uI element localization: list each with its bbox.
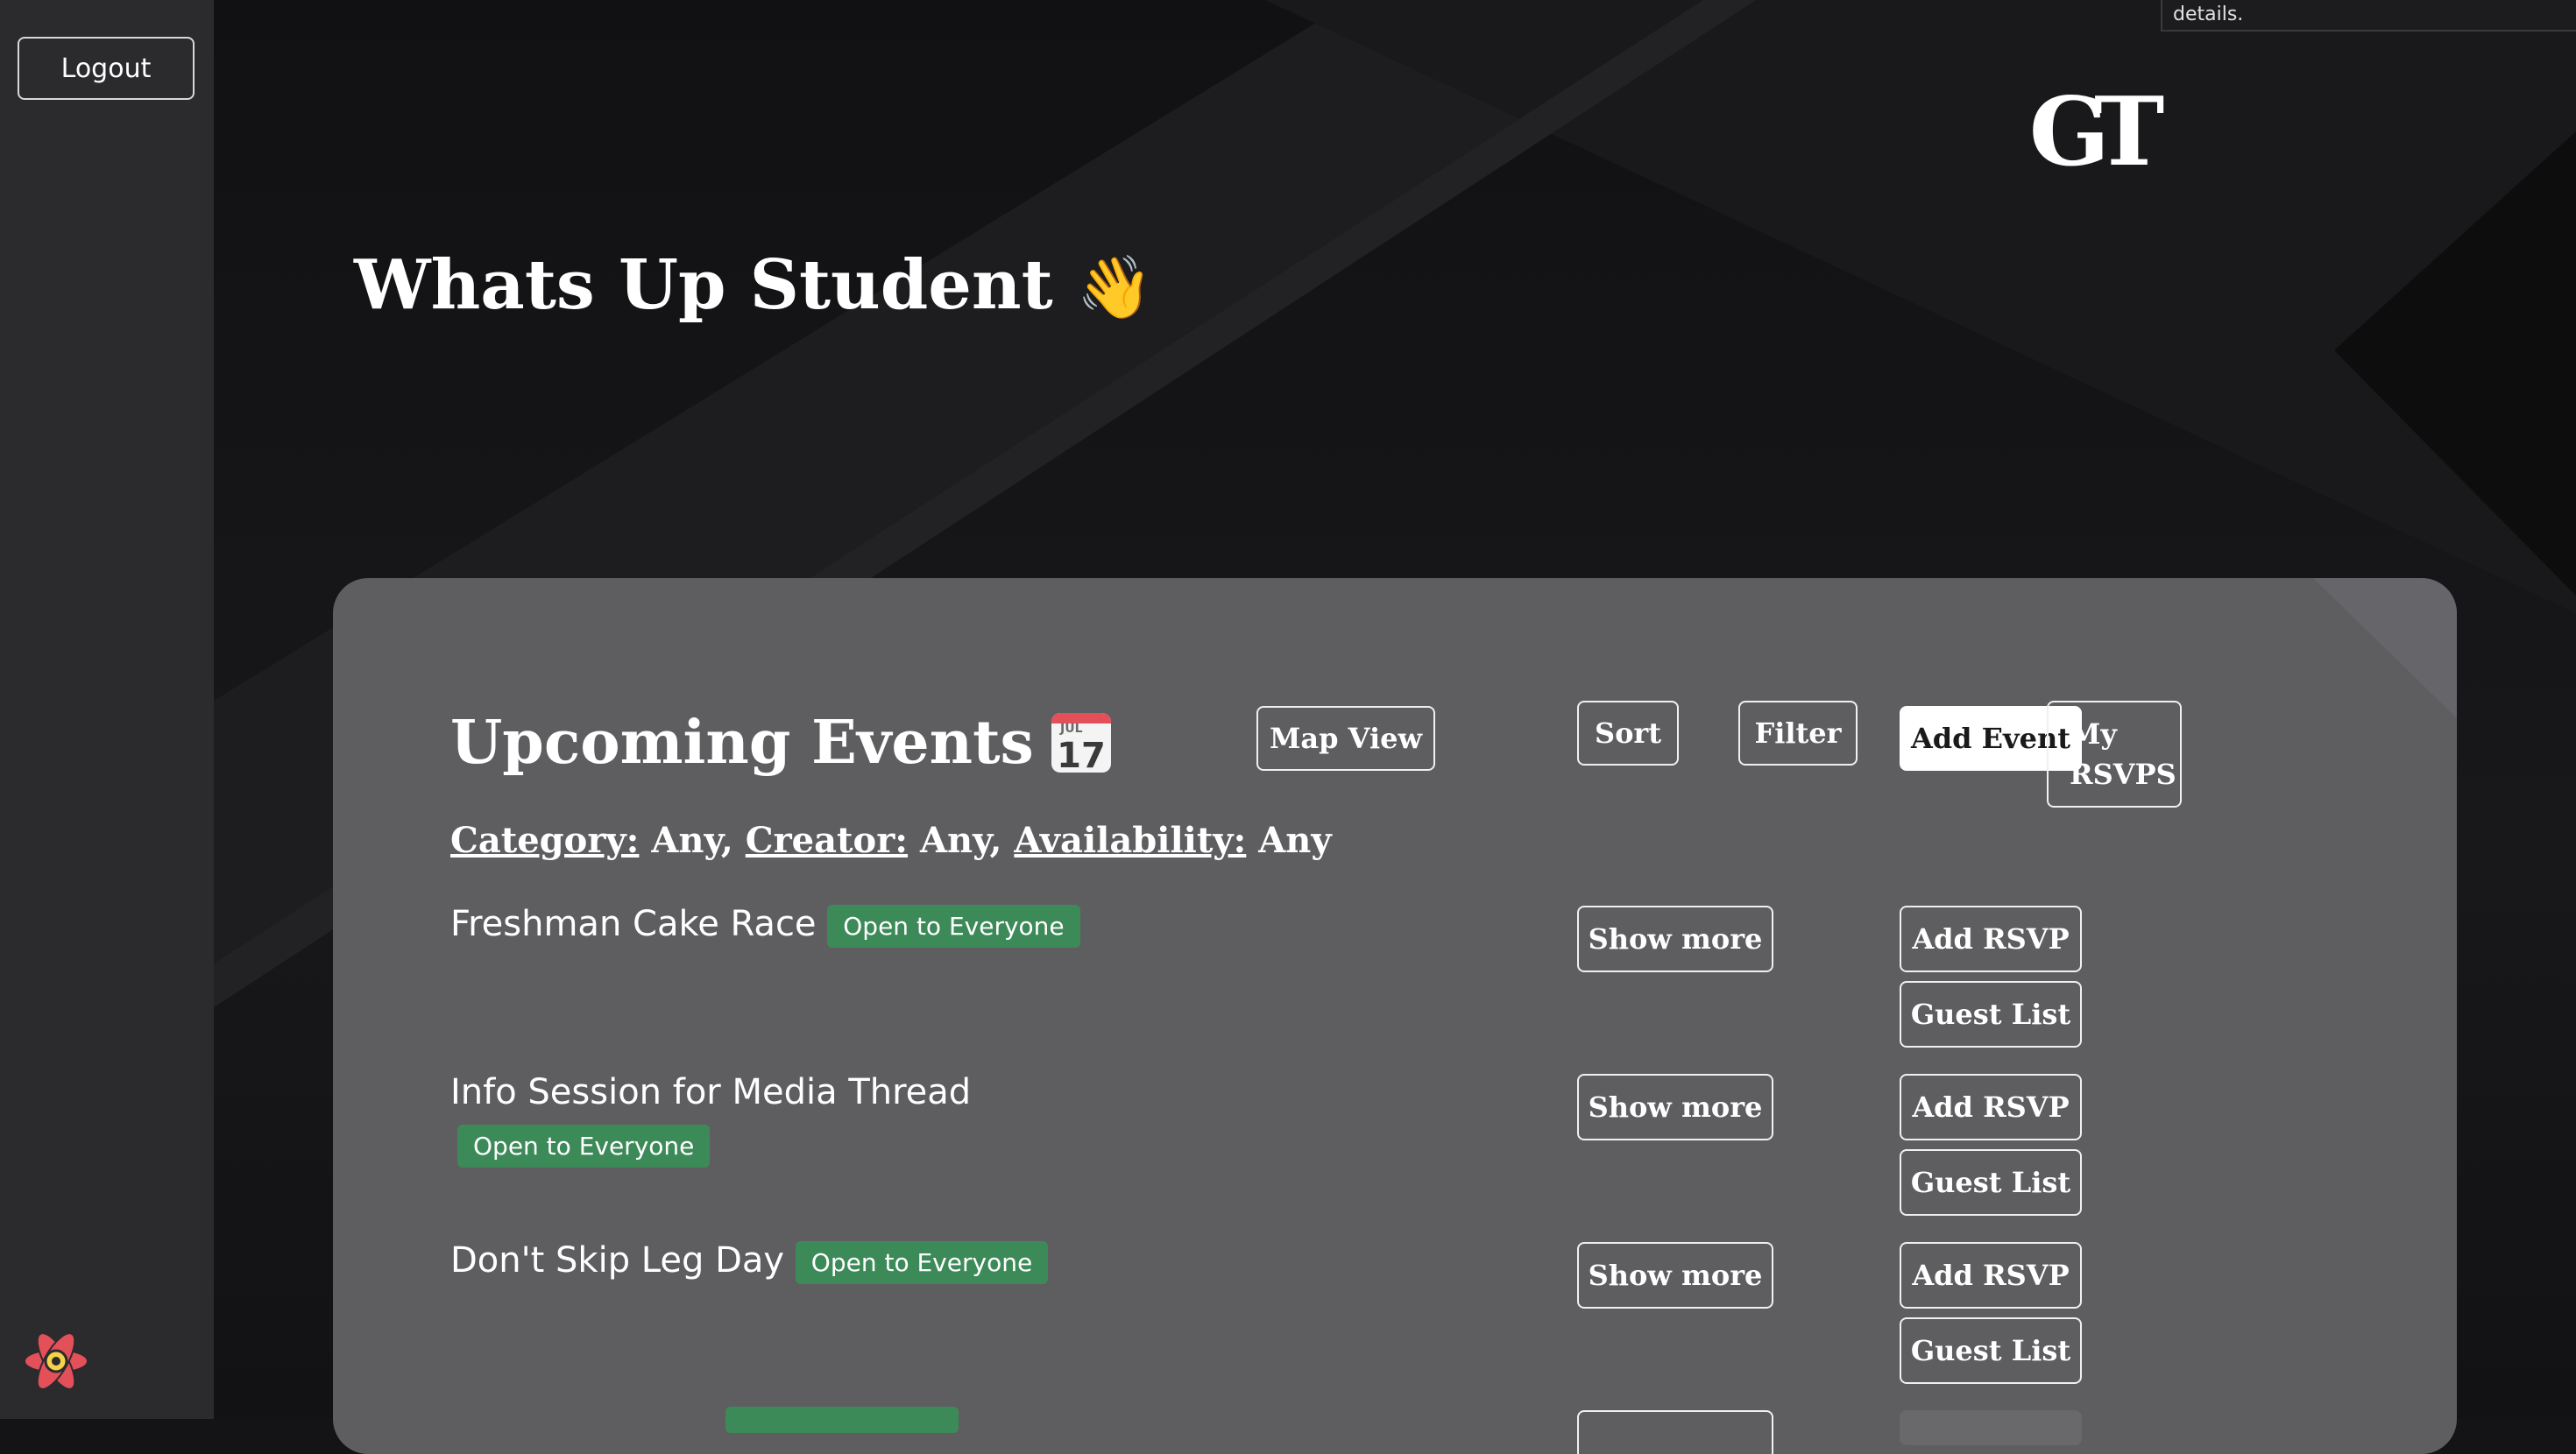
availability-badge — [725, 1407, 959, 1433]
page-greeting: Whats Up Student 👋 — [354, 245, 1153, 325]
map-view-button[interactable]: Map View — [1256, 706, 1435, 771]
show-more-button[interactable] — [1577, 1410, 1773, 1454]
gt-logo: GT — [2029, 84, 2164, 180]
availability-badge: Open to Everyone — [795, 1240, 1049, 1284]
tooltip: details. — [2161, 0, 2576, 32]
creator-filter-label[interactable]: Creator: — [746, 820, 908, 861]
calendar-icon: JUL 17 — [1051, 713, 1111, 774]
gt-logo-text: GT — [2029, 84, 2164, 180]
my-rsvps-label-line2: RSVPS — [2070, 758, 2176, 791]
calendar-day: 17 — [1057, 736, 1106, 774]
add-rsvp-button[interactable]: Add RSVP — [1900, 906, 2082, 972]
event-title: Don't Skip Leg Day — [450, 1240, 785, 1281]
sidebar: Logout — [0, 0, 214, 1419]
availability-filter-value: Any — [1258, 820, 1332, 861]
my-rsvps-label-line1: My — [2070, 717, 2118, 751]
show-more-button[interactable]: Show more — [1577, 906, 1773, 972]
guest-list-button[interactable]: Guest List — [1900, 1149, 2082, 1216]
event-item: Freshman Cake Race Open to Everyone — [450, 904, 1080, 948]
show-more-button[interactable]: Show more — [1577, 1074, 1773, 1140]
react-devtools-icon[interactable] — [23, 1328, 89, 1394]
category-filter-value: Any, — [651, 820, 733, 861]
availability-badge: Open to Everyone — [827, 904, 1080, 948]
my-rsvps-button[interactable]: My RSVPS — [2047, 701, 2182, 808]
sort-button[interactable]: Sort — [1577, 701, 1679, 766]
greeting-text: Whats Up Student — [354, 245, 1053, 325]
availability-badge: Open to Everyone — [457, 1125, 711, 1168]
upcoming-events-panel: Upcoming Events JUL 17 Map View Sort Fil… — [333, 578, 2457, 1454]
waving-hand-icon: 👋 — [1076, 251, 1153, 323]
add-rsvp-button[interactable]: Add RSVP — [1900, 1074, 2082, 1140]
creator-filter-value: Any, — [919, 820, 1002, 861]
active-filters: Category: Any, Creator: Any, Availabilit… — [450, 820, 1332, 861]
event-item: Don't Skip Leg Day Open to Everyone — [450, 1240, 1049, 1284]
tooltip-text: details. — [2173, 4, 2244, 25]
event-title: Info Session for Media Thread — [450, 1072, 972, 1112]
add-rsvp-button[interactable]: Add RSVP — [1900, 1242, 2082, 1309]
guest-list-button[interactable]: Guest List — [1900, 1317, 2082, 1384]
upcoming-events-title-text: Upcoming Events — [450, 708, 1034, 778]
upcoming-events-title: Upcoming Events JUL 17 — [450, 708, 1113, 778]
event-item: Info Session for Media Thread — [450, 1072, 971, 1112]
add-rsvp-button[interactable] — [1900, 1410, 2082, 1445]
show-more-button[interactable]: Show more — [1577, 1242, 1773, 1309]
calendar-month: JUL — [1059, 722, 1083, 736]
logout-button[interactable]: Logout — [18, 37, 195, 100]
category-filter-label[interactable]: Category: — [450, 820, 639, 861]
guest-list-button[interactable]: Guest List — [1900, 981, 2082, 1048]
availability-filter-label[interactable]: Availability: — [1014, 820, 1246, 861]
filter-button[interactable]: Filter — [1738, 701, 1858, 766]
event-title: Freshman Cake Race — [450, 904, 817, 944]
